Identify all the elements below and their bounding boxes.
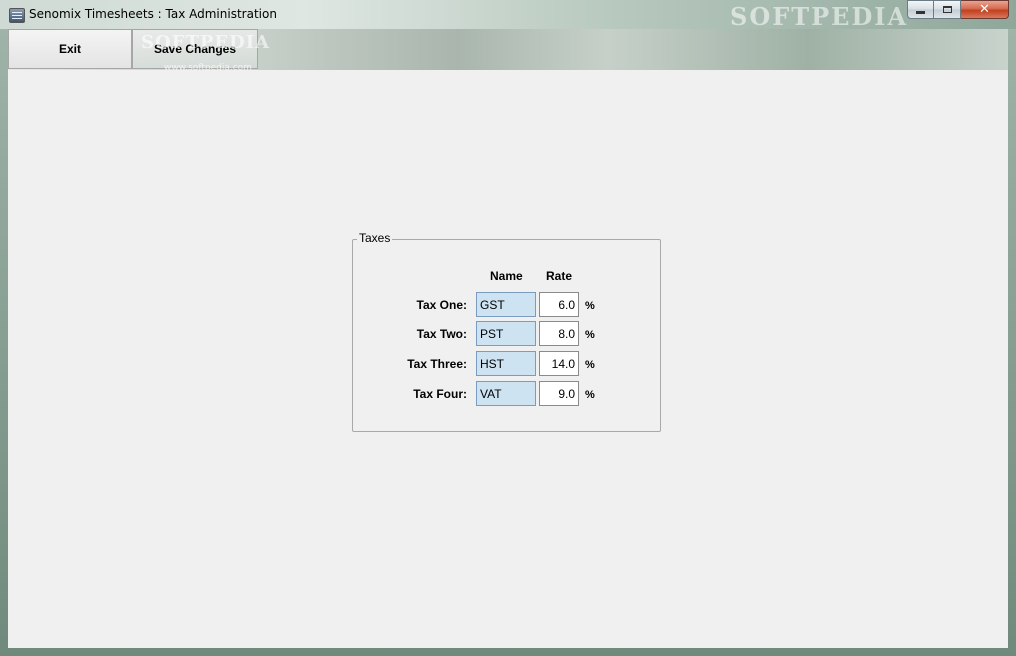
- name-column-header: Name: [490, 269, 523, 283]
- maximize-icon: [942, 6, 952, 13]
- caption-buttons: ✕: [907, 0, 1009, 21]
- tax-four-label: Tax Four:: [413, 387, 467, 401]
- app-icon[interactable]: [9, 8, 25, 23]
- watermark-logo: SOFTPEDIA: [730, 2, 909, 31]
- tax-three-label: Tax Three:: [407, 357, 467, 371]
- window-title: Senomix Timesheets : Tax Administration: [29, 7, 277, 21]
- tax-one-label: Tax One:: [416, 298, 467, 312]
- tax-row-four: Tax Four: VAT 9.0 %: [353, 381, 653, 407]
- rate-column-header: Rate: [546, 269, 573, 283]
- tax-one-name-field[interactable]: GST: [476, 292, 536, 317]
- tax-four-percent: %: [585, 389, 595, 401]
- main-panel: Taxes Name Rate Tax One: GST 6.0 % Tax T…: [8, 70, 1008, 648]
- tax-four-rate-field[interactable]: 9.0: [539, 381, 579, 406]
- tax-one-rate-field[interactable]: 6.0: [539, 292, 579, 317]
- minimize-button[interactable]: [907, 0, 934, 19]
- tax-two-rate-field[interactable]: 8.0: [539, 321, 579, 346]
- close-icon: ✕: [979, 2, 990, 17]
- title-bar[interactable]: Senomix Timesheets : Tax Administration …: [0, 0, 1016, 31]
- save-changes-button[interactable]: Save Changes: [132, 29, 258, 69]
- application-window: Senomix Timesheets : Tax Administration …: [0, 0, 1016, 656]
- maximize-button[interactable]: [934, 0, 961, 19]
- exit-button[interactable]: Exit: [8, 29, 132, 69]
- tax-one-percent: %: [585, 300, 595, 312]
- tax-four-name-field[interactable]: VAT: [476, 381, 536, 406]
- tax-three-rate-field[interactable]: 14.0: [539, 351, 579, 376]
- tax-row-one: Tax One: GST 6.0 %: [353, 292, 653, 318]
- tax-two-percent: %: [585, 329, 595, 341]
- tax-row-three: Tax Three: HST 14.0 %: [353, 351, 653, 377]
- minimize-icon: [916, 11, 925, 14]
- tax-three-name-field[interactable]: HST: [476, 351, 536, 376]
- taxes-groupbox: Taxes Name Rate Tax One: GST 6.0 % Tax T…: [352, 231, 661, 432]
- tax-two-label: Tax Two:: [416, 327, 467, 341]
- taxes-group-title: Taxes: [357, 231, 393, 245]
- toolbar: Exit Save Changes SOFTPEDIA www.softpedi…: [8, 29, 1008, 73]
- tax-row-two: Tax Two: PST 8.0 %: [353, 321, 653, 347]
- close-button[interactable]: ✕: [961, 0, 1009, 19]
- tax-two-name-field[interactable]: PST: [476, 321, 536, 346]
- tax-three-percent: %: [585, 359, 595, 371]
